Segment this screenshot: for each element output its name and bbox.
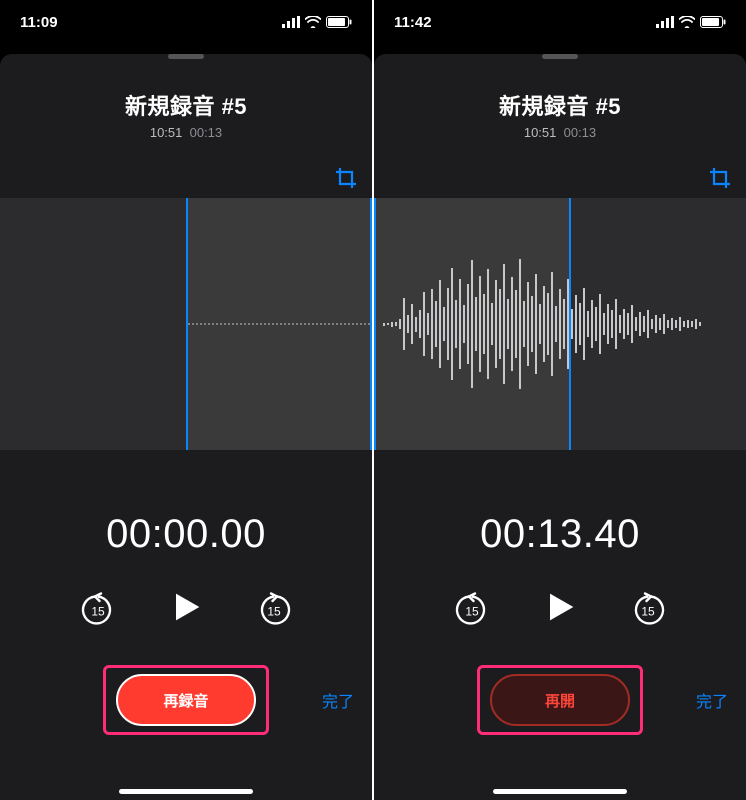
crop-icon[interactable] [708,166,732,195]
edit-sheet: 新規録音 #5 10:51 00:13 00:1200:1300:14 [374,54,746,800]
svg-text:15: 15 [267,604,281,618]
status-bar: 11:09 [0,0,372,44]
wifi-icon [679,16,695,28]
battery-icon [700,16,726,28]
cellular-icon [656,16,674,28]
svg-text:15: 15 [641,604,655,618]
skip-back-button[interactable]: 15 [80,592,116,628]
battery-icon [326,16,352,28]
record-button[interactable]: 再開 [490,674,630,726]
screen-right: 11:42 新規録音 #5 10:51 00:13 [374,0,746,800]
status-time: 11:42 [394,14,432,31]
status-icons [282,16,352,28]
waveform [381,259,746,389]
play-button[interactable] [166,587,206,632]
playhead-time: 00:13.40 [374,512,746,557]
recording-meta: 10:51 00:13 [0,125,372,140]
skip-back-button[interactable]: 15 [454,592,490,628]
status-bar: 11:42 [374,0,746,44]
status-icons [656,16,726,28]
skip-forward-button[interactable]: 15 [630,592,666,628]
status-time: 11:09 [20,14,58,31]
home-indicator[interactable] [493,789,627,794]
record-button[interactable]: 再録音 [116,674,256,726]
waveform [186,324,372,325]
recording-title[interactable]: 新規録音 #5 [374,89,746,121]
sheet-grabber[interactable] [542,54,578,59]
home-indicator[interactable] [119,789,253,794]
edit-sheet: 新規録音 #5 10:51 00:13 00:0000:01 [0,54,372,800]
waveform-area[interactable]: 00:1200:1300:14 [374,198,746,450]
wifi-icon [305,16,321,28]
done-button[interactable]: 完了 [696,688,728,712]
selection-handle-start[interactable] [374,198,376,450]
cellular-icon [282,16,300,28]
recording-meta: 10:51 00:13 [374,125,746,140]
svg-text:15: 15 [91,604,105,618]
done-button[interactable]: 完了 [322,688,354,712]
recording-title[interactable]: 新規録音 #5 [0,89,372,121]
sheet-grabber[interactable] [168,54,204,59]
waveform-area[interactable]: 00:0000:01 [0,198,372,450]
annotation-highlight: 再録音 [103,665,269,735]
playhead-time: 00:00.00 [0,512,372,557]
crop-icon[interactable] [334,166,358,195]
skip-forward-button[interactable]: 15 [256,592,292,628]
annotation-highlight: 再開 [477,665,643,735]
screen-left: 11:09 新規録音 #5 10:51 00:13 [0,0,372,800]
svg-text:15: 15 [465,604,479,618]
play-button[interactable] [540,587,580,632]
